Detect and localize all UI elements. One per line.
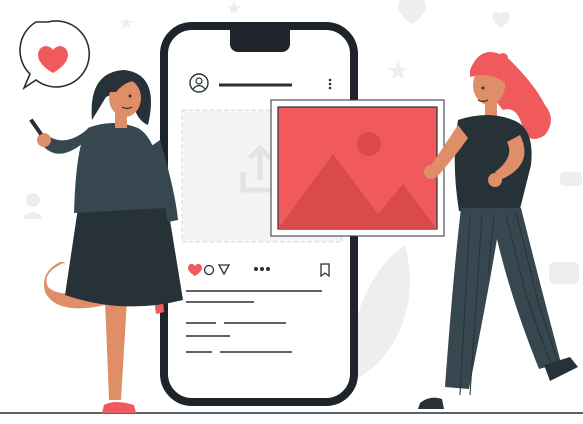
image-card[interactable] <box>270 99 445 237</box>
user-silhouette-icon <box>22 212 44 219</box>
chat-bubble-icon <box>560 172 582 186</box>
shoe <box>102 402 136 413</box>
star-icon <box>227 1 241 14</box>
carousel-dots <box>254 267 270 271</box>
heart-icon <box>492 11 510 29</box>
held-phone <box>29 118 43 136</box>
star-icon <box>119 17 133 29</box>
illustration-svg <box>0 0 583 414</box>
more-dots-icon[interactable] <box>328 78 332 90</box>
shoe <box>418 397 444 409</box>
phone-notch <box>230 30 290 52</box>
user-silhouette-icon <box>26 193 40 207</box>
illustration-scene <box>0 0 583 419</box>
leaf-icon <box>352 245 410 380</box>
heart-icon <box>398 0 426 24</box>
chat-bubble-icon <box>549 262 579 284</box>
woman-left <box>29 70 183 413</box>
like-notification-bubble <box>19 20 91 91</box>
user-avatar-icon <box>189 73 209 93</box>
star-icon <box>388 61 408 79</box>
